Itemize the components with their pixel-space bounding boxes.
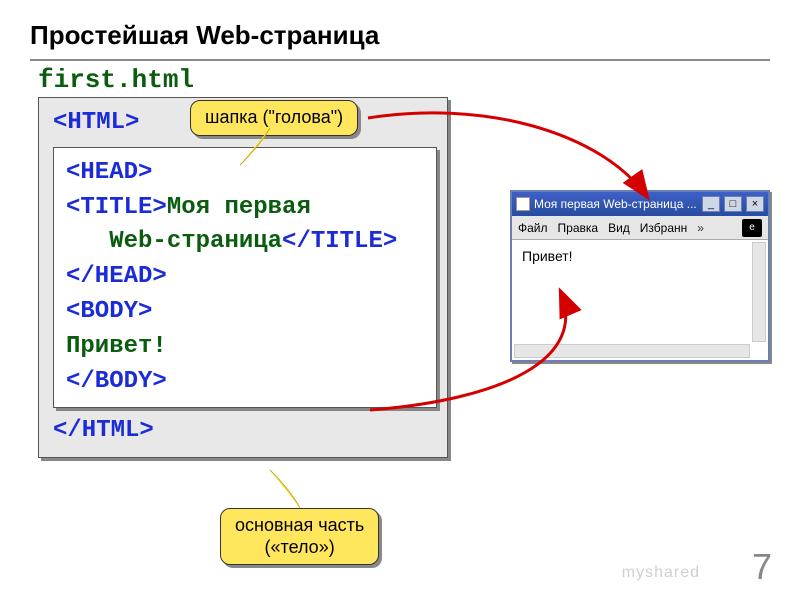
menu-file[interactable]: Файл [518, 221, 548, 235]
code-body-open: <BODY> [66, 295, 424, 330]
menu-view[interactable]: Вид [608, 221, 630, 235]
page-icon [516, 197, 530, 211]
browser-window: Моя первая Web-страница ... _ □ × Файл П… [510, 190, 770, 362]
ie-logo-icon: e [742, 219, 762, 237]
browser-body: Привет! [512, 240, 768, 360]
code-html-close: </HTML> [53, 414, 437, 449]
code-block-outer: <HTML> <HEAD> <TITLE>Моя первая Web-стра… [38, 97, 448, 458]
maximize-icon[interactable]: □ [724, 196, 742, 212]
divider [30, 59, 770, 61]
code-body-text: Привет! [66, 330, 424, 365]
close-icon[interactable]: × [746, 196, 764, 212]
menu-favorites[interactable]: Избранн [640, 221, 687, 235]
code-block-inner: <HEAD> <TITLE>Моя первая Web-страница</T… [53, 147, 437, 409]
code-head-open: <HEAD> [66, 156, 424, 191]
code-title-line2: Web-страница</TITLE> [66, 225, 424, 260]
menu-edit[interactable]: Правка [558, 221, 599, 235]
callout-body-text2: («тело») [265, 537, 335, 557]
code-body-close: </BODY> [66, 365, 424, 400]
callout-head: шапка ("голова") [190, 100, 358, 136]
callout-head-text: шапка ("голова") [205, 107, 343, 127]
minimize-icon[interactable]: _ [702, 196, 720, 212]
page-number: 7 [752, 546, 772, 588]
menu-more-icon[interactable]: » [697, 221, 704, 235]
watermark: myshared [622, 564, 700, 582]
scrollbar-horizontal[interactable] [514, 344, 750, 358]
code-title-line1: <TITLE>Моя первая [66, 191, 424, 226]
browser-menubar: Файл Правка Вид Избранн » e [512, 216, 768, 240]
filename-label: first.html [38, 65, 770, 95]
slide-title: Простейшая Web-страница [30, 20, 770, 51]
scrollbar-vertical[interactable] [752, 242, 766, 342]
code-head-close: </HEAD> [66, 260, 424, 295]
callout-body-text1: основная часть [235, 515, 364, 535]
browser-titlebar: Моя первая Web-страница ... _ □ × [512, 192, 768, 216]
browser-title-text: Моя первая Web-страница ... [534, 197, 698, 211]
browser-content-text: Привет! [522, 248, 573, 264]
callout-body: основная часть («тело») [220, 508, 379, 565]
